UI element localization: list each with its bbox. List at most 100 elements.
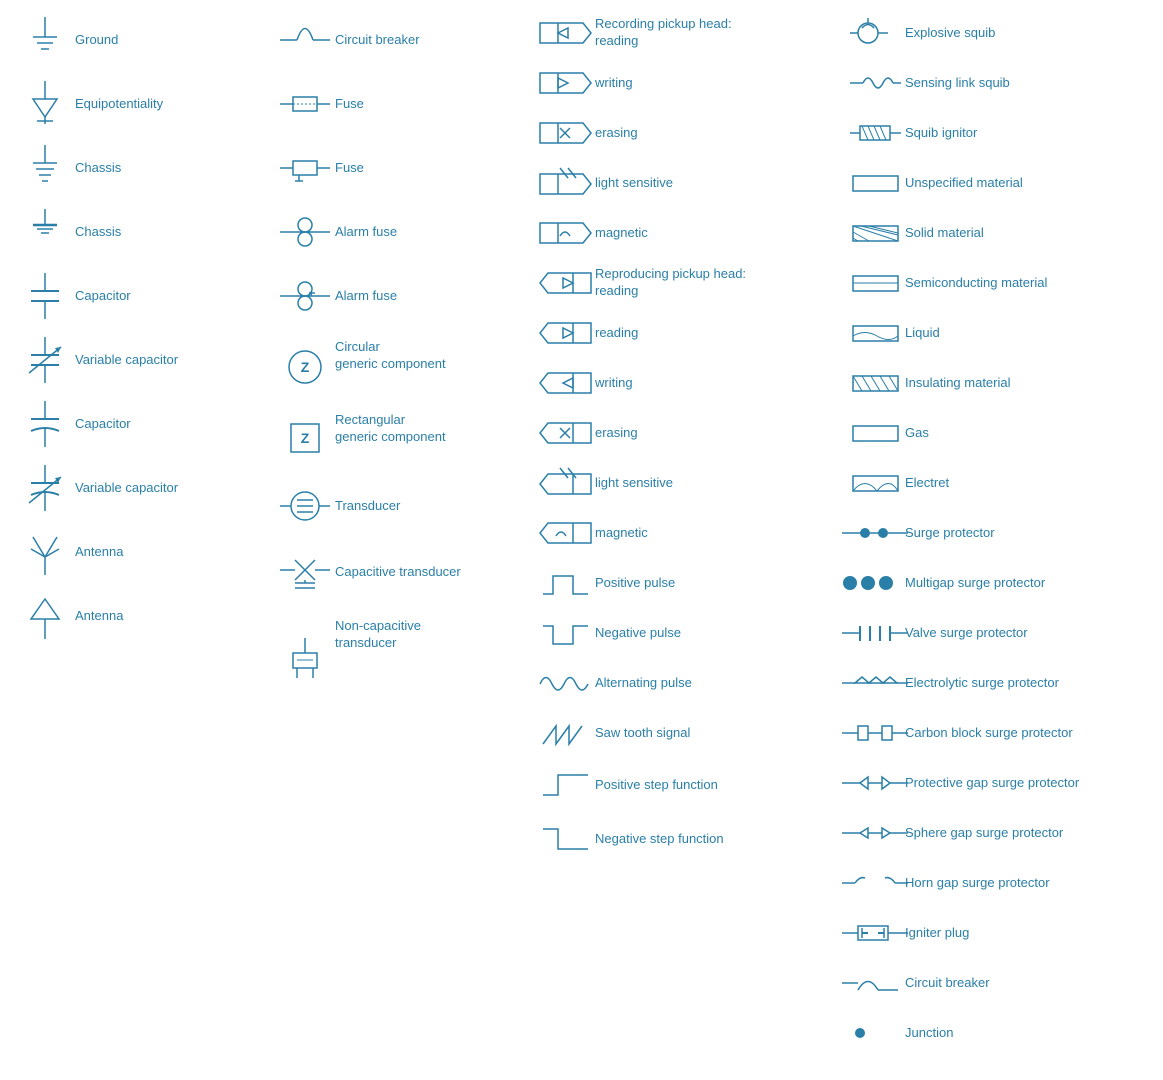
label-electret: Electret — [905, 475, 1163, 492]
label-rep-magnetic: magnetic — [595, 525, 835, 542]
symbol-junction — [845, 1021, 905, 1046]
label-carbon-block-surge: Carbon block surge protector — [905, 725, 1163, 742]
item-unspecified-material: Unspecified material — [845, 165, 1163, 201]
label-variable-capacitor2: Variable capacitor — [75, 480, 265, 497]
symbol-rep-reading2 — [535, 318, 595, 348]
symbol-saw-tooth — [535, 716, 595, 751]
item-explosive-squib: Explosive squib — [845, 15, 1163, 51]
symbol-fuse1 — [275, 79, 335, 129]
item-semiconducting-material: Semiconducting material — [845, 265, 1163, 301]
item-rep-magnetic: magnetic — [535, 515, 835, 551]
label-saw-tooth: Saw tooth signal — [595, 725, 835, 742]
symbol-protective-gap-surge — [845, 771, 905, 796]
item-electrolytic-surge: Electrolytic surge protector — [845, 665, 1163, 701]
symbol-carbon-block-surge — [845, 718, 905, 748]
column-1: Ground Equipotentiality — [10, 10, 270, 1070]
item-chassis1: Chassis — [15, 143, 265, 193]
symbol-rep-light — [535, 466, 595, 501]
item-rep-head: Reproducing pickup head:reading — [535, 265, 835, 301]
item-solid-material: Solid material — [845, 215, 1163, 251]
label-valve-surge: Valve surge protector — [905, 625, 1163, 642]
item-alarm-fuse2: Alarm fuse — [275, 271, 525, 321]
label-non-capacitive-transducer: Non-capacitivetransducer — [335, 618, 525, 652]
label-negative-pulse: Negative pulse — [595, 625, 835, 642]
label-electrolytic-surge: Electrolytic surge protector — [905, 675, 1163, 692]
symbol-non-capacitive-transducer — [275, 618, 335, 683]
label-sphere-gap-surge: Sphere gap surge protector — [905, 825, 1163, 842]
item-carbon-block-surge: Carbon block surge protector — [845, 715, 1163, 751]
label-antenna2: Antenna — [75, 608, 265, 625]
symbol-rec-writing — [535, 68, 595, 98]
symbol-negative-pulse — [535, 616, 595, 651]
item-positive-pulse: Positive pulse — [535, 565, 835, 601]
item-horn-gap-surge: Horn gap surge protector — [845, 865, 1163, 901]
item-negative-step: Negative step function — [535, 819, 835, 859]
symbol-fuse2 — [275, 143, 335, 193]
symbol-rep-erasing — [535, 418, 595, 448]
symbol-ground — [15, 15, 75, 65]
label-fuse1: Fuse — [335, 96, 525, 113]
symbol-electrolytic-surge — [845, 671, 905, 696]
item-rep-light: light sensitive — [535, 465, 835, 501]
item-fuse1: Fuse — [275, 79, 525, 129]
symbol-equipotentiality — [15, 79, 75, 129]
label-alternating-pulse: Alternating pulse — [595, 675, 835, 692]
item-rep-reading2: reading — [535, 315, 835, 351]
label-rep-writing: writing — [595, 375, 835, 392]
label-circuit-breaker2: Circuit breaker — [905, 975, 1163, 992]
symbol-antenna1 — [15, 527, 75, 577]
symbol-circuit-breaker — [275, 15, 335, 65]
label-igniter-plug: Igniter plug — [905, 925, 1163, 942]
symbol-alternating-pulse — [535, 666, 595, 701]
label-multigap-surge: Multigap surge protector — [905, 575, 1163, 592]
item-multigap-surge: Multigap surge protector — [845, 565, 1163, 601]
symbol-rec-light — [535, 166, 595, 201]
symbol-alarm-fuse2 — [275, 271, 335, 321]
label-alarm-fuse1: Alarm fuse — [335, 224, 525, 241]
symbol-surge-protector — [845, 521, 905, 546]
symbol-transducer — [275, 481, 335, 531]
label-alarm-fuse2: Alarm fuse — [335, 288, 525, 305]
column-3: Recording pickup head:reading writing — [530, 10, 840, 1070]
label-negative-step: Negative step function — [595, 831, 835, 848]
label-circuit-breaker: Circuit breaker — [335, 32, 525, 49]
label-liquid: Liquid — [905, 325, 1163, 342]
symbol-capacitive-transducer — [275, 545, 335, 600]
label-fuse2: Fuse — [335, 160, 525, 177]
item-capacitor2: Capacitor — [15, 399, 265, 449]
item-antenna1: Antenna — [15, 527, 265, 577]
item-negative-pulse: Negative pulse — [535, 615, 835, 651]
label-gas: Gas — [905, 425, 1163, 442]
item-saw-tooth: Saw tooth signal — [535, 715, 835, 751]
label-protective-gap-surge: Protective gap surge protector — [905, 775, 1163, 792]
item-gas: Gas — [845, 415, 1163, 451]
label-equipotentiality: Equipotentiality — [75, 96, 265, 113]
symbol-horn-gap-surge — [845, 868, 905, 898]
item-antenna2: Antenna — [15, 591, 265, 641]
item-chassis2: Chassis — [15, 207, 265, 257]
item-circuit-breaker2: Circuit breaker — [845, 965, 1163, 1001]
label-chassis2: Chassis — [75, 224, 265, 241]
label-insulating-material: Insulating material — [905, 375, 1163, 392]
symbol-electret — [845, 471, 905, 496]
item-rec-writing: writing — [535, 65, 835, 101]
symbol-solid-material — [845, 221, 905, 246]
symbol-chassis1 — [15, 143, 75, 193]
item-protective-gap-surge: Protective gap surge protector — [845, 765, 1163, 801]
item-rec-light: light sensitive — [535, 165, 835, 201]
symbol-positive-pulse — [535, 566, 595, 601]
symbol-rec-magnetic — [535, 218, 595, 248]
symbol-capacitor2 — [15, 399, 75, 449]
column-4: Explosive squib Sensing link squib — [840, 10, 1163, 1070]
symbol-squib-ignitor — [845, 116, 905, 151]
label-solid-material: Solid material — [905, 225, 1163, 242]
label-rep-light: light sensitive — [595, 475, 835, 492]
item-sphere-gap-surge: Sphere gap surge protector — [845, 815, 1163, 851]
item-transducer: Transducer — [275, 481, 525, 531]
item-surge-protector: Surge protector — [845, 515, 1163, 551]
label-variable-capacitor1: Variable capacitor — [75, 352, 265, 369]
main-grid: Ground Equipotentiality — [10, 10, 1153, 1070]
label-rep-erasing: erasing — [595, 425, 835, 442]
label-rec-magnetic: magnetic — [595, 225, 835, 242]
label-capacitive-transducer: Capacitive transducer — [335, 564, 525, 581]
